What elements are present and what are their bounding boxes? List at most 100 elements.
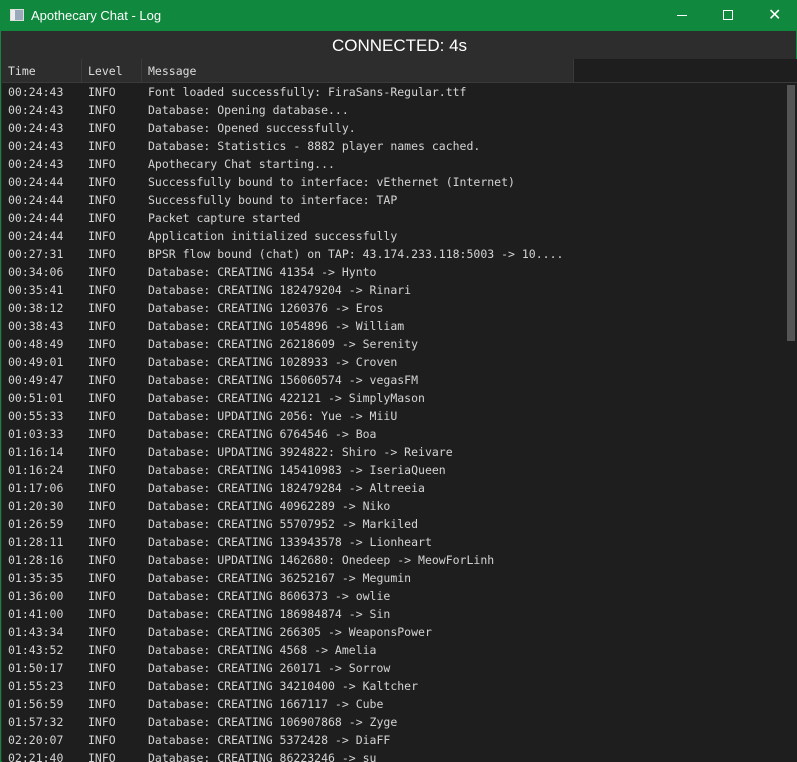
log-time: 00:55:33	[8, 409, 64, 423]
log-row[interactable]: 01:57:32 INFO Database: CREATING 106907868…	[2, 713, 786, 731]
log-time: 01:41:00	[8, 607, 64, 621]
log-message: Database: CREATING 422121 -> SimplyMason	[148, 391, 425, 405]
log-level: INFO	[88, 553, 116, 567]
app-icon	[10, 9, 24, 21]
log-time: 01:50:17	[8, 661, 64, 675]
log-list[interactable]: 00:24:43 INFO Font loaded successfully: Fi…	[2, 83, 786, 762]
log-row[interactable]: 00:24:43 INFO Database: Opened successfull…	[2, 119, 786, 137]
log-time: 00:38:43	[8, 319, 64, 333]
log-time: 00:24:44	[8, 193, 64, 207]
log-row[interactable]: 01:28:11 INFO Database: CREATING 133943578…	[2, 533, 786, 551]
log-row[interactable]: 01:03:33 INFO Database: CREATING 6764546 -…	[2, 425, 786, 443]
log-level: INFO	[88, 247, 116, 261]
log-row[interactable]: 00:48:49 INFO Database: CREATING 26218609 …	[2, 335, 786, 353]
log-window: Apothecary Chat - Log ✕ CONNECTED: 4s Ti…	[0, 0, 797, 762]
log-message: Database: CREATING 145410983 -> IseriaQu…	[148, 463, 446, 477]
log-level: INFO	[88, 679, 116, 693]
log-row[interactable]: 01:26:59 INFO Database: CREATING 55707952 …	[2, 515, 786, 533]
minimize-icon	[677, 15, 687, 16]
log-row[interactable]: 00:24:43 INFO Apothecary Chat starting...	[2, 155, 786, 173]
log-message: Database: Opened successfully.	[148, 121, 356, 135]
log-level: INFO	[88, 643, 116, 657]
log-row[interactable]: 01:16:24 INFO Database: CREATING 145410983…	[2, 461, 786, 479]
log-row[interactable]: 01:43:34 INFO Database: CREATING 266305 ->…	[2, 623, 786, 641]
log-level: INFO	[88, 139, 116, 153]
log-row[interactable]: 00:24:44 INFO Packet capture started	[2, 209, 786, 227]
log-message: Packet capture started	[148, 211, 301, 225]
maximize-button[interactable]	[705, 0, 751, 31]
log-row[interactable]: 00:49:01 INFO Database: CREATING 1028933 -…	[2, 353, 786, 371]
log-message: Apothecary Chat starting...	[148, 157, 335, 171]
log-row[interactable]: 00:24:44 INFO Successfully bound to interf…	[2, 173, 786, 191]
log-row[interactable]: 01:28:16 INFO Database: UPDATING 1462680: …	[2, 551, 786, 569]
log-row[interactable]: 01:56:59 INFO Database: CREATING 1667117 -…	[2, 695, 786, 713]
log-message: Database: CREATING 1054896 -> William	[148, 319, 405, 333]
column-header-message[interactable]: Message	[142, 59, 574, 82]
log-level: INFO	[88, 661, 116, 675]
log-row[interactable]: 00:49:47 INFO Database: CREATING 156060574…	[2, 371, 786, 389]
log-row[interactable]: 01:43:52 INFO Database: CREATING 4568 -> A…	[2, 641, 786, 659]
close-icon: ✕	[768, 5, 782, 24]
log-message: Database: CREATING 8606373 -> owlie	[148, 589, 391, 603]
log-message: Database: CREATING 1028933 -> Croven	[148, 355, 398, 369]
log-row[interactable]: 02:20:07 INFO Database: CREATING 5372428 -…	[2, 731, 786, 749]
log-time: 01:28:16	[8, 553, 64, 567]
log-message: Database: CREATING 182479204 -> Rinari	[148, 283, 412, 297]
log-row[interactable]: 00:24:43 INFO Database: Opening database..…	[2, 101, 786, 119]
log-message: Font loaded successfully: FiraSans-Regul…	[148, 85, 467, 99]
log-row[interactable]: 01:36:00 INFO Database: CREATING 8606373 -…	[2, 587, 786, 605]
log-message: Database: UPDATING 2056: Yue -> MiiU	[148, 409, 398, 423]
log-message: Database: CREATING 5372428 -> DiaFF	[148, 733, 391, 747]
maximize-icon	[723, 10, 733, 20]
log-row[interactable]: 00:38:43 INFO Database: CREATING 1054896 -…	[2, 317, 786, 335]
log-level: INFO	[88, 157, 116, 171]
log-time: 00:34:06	[8, 265, 64, 279]
log-row[interactable]: 00:35:41 INFO Database: CREATING 182479204…	[2, 281, 786, 299]
log-row[interactable]: 00:51:01 INFO Database: CREATING 422121 ->…	[2, 389, 786, 407]
log-row[interactable]: 01:16:14 INFO Database: UPDATING 3924822: …	[2, 443, 786, 461]
close-button[interactable]: ✕	[751, 0, 797, 31]
column-header-time[interactable]: Time	[2, 59, 82, 82]
minimize-button[interactable]	[659, 0, 705, 31]
log-row[interactable]: 01:20:30 INFO Database: CREATING 40962289 …	[2, 497, 786, 515]
log-row[interactable]: 00:24:43 INFO Database: Statistics - 8882 …	[2, 137, 786, 155]
log-time: 01:16:14	[8, 445, 64, 459]
log-row[interactable]: 00:55:33 INFO Database: UPDATING 2056: Yue…	[2, 407, 786, 425]
log-level: INFO	[88, 121, 116, 135]
vertical-scrollbar[interactable]	[786, 83, 797, 762]
log-row[interactable]: 00:24:44 INFO Successfully bound to interf…	[2, 191, 786, 209]
log-level: INFO	[88, 373, 116, 387]
log-row[interactable]: 00:27:31 INFO BPSR flow bound (chat) on TA…	[2, 245, 786, 263]
log-row[interactable]: 01:41:00 INFO Database: CREATING 186984874…	[2, 605, 786, 623]
log-message: Database: CREATING 41354 -> Hynto	[148, 265, 377, 279]
log-message: Database: CREATING 86223246 -> su	[148, 751, 377, 762]
log-time: 00:24:43	[8, 103, 64, 117]
log-row[interactable]: 01:17:06 INFO Database: CREATING 182479284…	[2, 479, 786, 497]
title-bar: Apothecary Chat - Log ✕	[1, 0, 797, 31]
log-time: 01:03:33	[8, 427, 64, 441]
column-header-level[interactable]: Level	[82, 59, 142, 82]
log-row[interactable]: 01:50:17 INFO Database: CREATING 260171 ->…	[2, 659, 786, 677]
log-message: Database: CREATING 1667117 -> Cube	[148, 697, 384, 711]
log-message: Database: CREATING 106907868 -> Zyge	[148, 715, 398, 729]
scrollbar-thumb[interactable]	[787, 85, 795, 341]
log-message: Database: CREATING 266305 -> WeaponsPowe…	[148, 625, 432, 639]
log-message: Database: CREATING 4568 -> Amelia	[148, 643, 377, 657]
log-row[interactable]: 00:24:43 INFO Font loaded successfully: Fi…	[2, 83, 786, 101]
log-level: INFO	[88, 715, 116, 729]
log-message: Database: Opening database...	[148, 103, 349, 117]
log-message: Successfully bound to interface: TAP	[148, 193, 398, 207]
log-row[interactable]: 00:38:12 INFO Database: CREATING 1260376 -…	[2, 299, 786, 317]
log-row[interactable]: 02:21:40 INFO Database: CREATING 86223246 …	[2, 749, 786, 762]
log-row[interactable]: 00:34:06 INFO Database: CREATING 41354 -> …	[2, 263, 786, 281]
log-level: INFO	[88, 337, 116, 351]
log-row[interactable]: 01:55:23 INFO Database: CREATING 34210400 …	[2, 677, 786, 695]
log-level: INFO	[88, 211, 116, 225]
log-row[interactable]: 01:35:35 INFO Database: CREATING 36252167 …	[2, 569, 786, 587]
log-level: INFO	[88, 463, 116, 477]
log-message: Database: CREATING 260171 -> Sorrow	[148, 661, 391, 675]
log-row[interactable]: 00:24:44 INFO Application initialized succ…	[2, 227, 786, 245]
log-time: 00:49:47	[8, 373, 64, 387]
connection-status: CONNECTED: 4s	[331, 36, 468, 55]
log-time: 00:24:43	[8, 121, 64, 135]
